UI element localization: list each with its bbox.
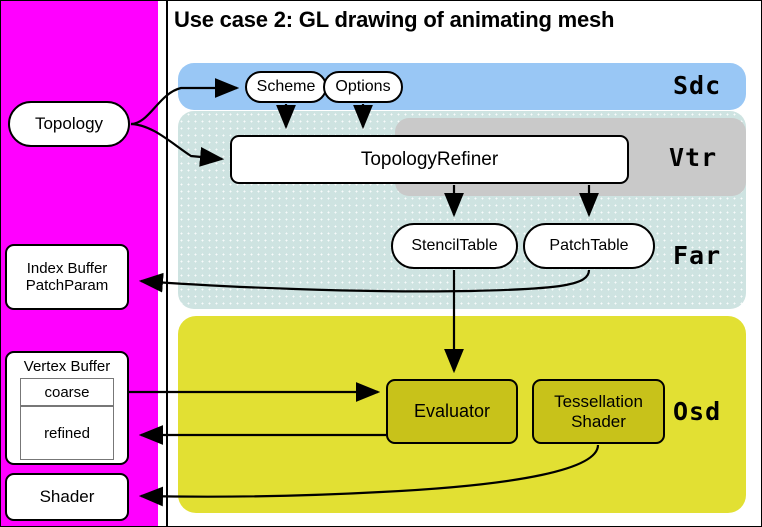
node-vertex-buffer-coarse-label: coarse: [44, 383, 90, 401]
node-topology-label: Topology: [34, 114, 104, 134]
diagram-root: Use case 2: GL drawing of animating mesh…: [0, 0, 762, 527]
node-vertex-buffer-refined-label: refined: [44, 424, 90, 442]
node-scheme-label: Scheme: [256, 77, 316, 95]
node-patch-table-label: PatchTable: [549, 236, 629, 254]
node-vertex-buffer-title: Vertex Buffer: [23, 358, 111, 375]
page-title: Use case 2: GL drawing of animating mesh: [174, 7, 615, 32]
node-topology[interactable]: Topology: [8, 101, 130, 147]
node-vertex-buffer-coarse[interactable]: coarse: [20, 378, 114, 407]
node-shader-label: Shader: [39, 487, 95, 507]
node-evaluator[interactable]: Evaluator: [386, 379, 518, 444]
node-stencil-table[interactable]: StencilTable: [391, 223, 518, 269]
node-shader[interactable]: Shader: [5, 473, 129, 521]
node-patch-table[interactable]: PatchTable: [523, 223, 655, 269]
layer-label-osd: Osd: [673, 397, 722, 426]
node-tessellation-shader[interactable]: Tessellation Shader: [532, 379, 665, 444]
node-tessellation-shader-line2: Shader: [571, 411, 626, 431]
node-stencil-table-label: StencilTable: [411, 236, 498, 254]
node-vertex-buffer[interactable]: Vertex Buffer coarse refined: [5, 351, 129, 465]
layer-label-vtr: Vtr: [669, 143, 718, 172]
node-tessellation-shader-line1: Tessellation: [554, 391, 643, 411]
node-topology-refiner[interactable]: TopologyRefiner: [230, 135, 629, 184]
node-index-buffer-line2: PatchParam: [25, 277, 109, 294]
node-vertex-buffer-refined[interactable]: refined: [20, 406, 114, 461]
node-options-label: Options: [335, 77, 391, 95]
node-index-buffer-patchparam[interactable]: Index Buffer PatchParam: [5, 244, 129, 310]
node-evaluator-label: Evaluator: [413, 401, 491, 422]
node-options[interactable]: Options: [323, 71, 403, 103]
node-topology-refiner-label: TopologyRefiner: [360, 148, 499, 170]
node-index-buffer-line1: Index Buffer: [26, 259, 108, 277]
layer-label-far: Far: [673, 241, 722, 270]
layer-label-sdc: Sdc: [673, 71, 722, 100]
node-scheme[interactable]: Scheme: [245, 71, 327, 103]
